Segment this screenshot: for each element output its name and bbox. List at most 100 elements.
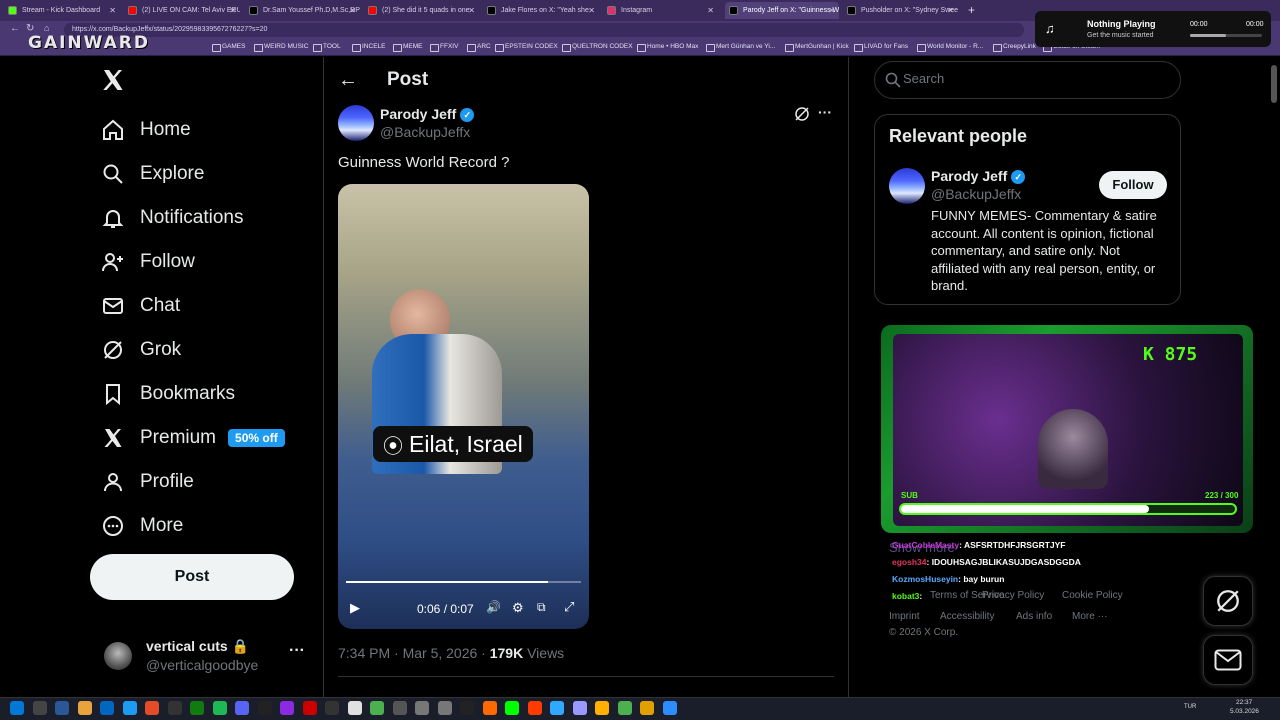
bookmark-item[interactable]: Mert Günhan ve Yi... [706,41,775,53]
taskbar-date[interactable]: 5.03.2026 [1230,708,1259,715]
browser-tab[interactable]: Jake Flores on X: "Yeah she ✕ [483,2,599,19]
video-progress-bar[interactable] [346,581,581,583]
person-avatar[interactable] [889,168,925,204]
browser-tab[interactable]: Parody Jeff on X: "Guinness W ✕ [725,2,839,19]
nav-chat[interactable]: Chat [92,286,188,326]
bookmark-item[interactable]: MEME [393,41,423,53]
bookmark-item[interactable]: QUELTRON CODEX [562,41,633,53]
taskbar-app-icon[interactable] [415,701,429,715]
taskbar-app-icon[interactable] [257,701,272,715]
bookmark-item[interactable]: LIVAD for Fans [854,41,908,53]
back-arrow-icon[interactable]: ← [338,69,358,92]
grok-fab[interactable] [1203,576,1253,626]
close-tab-icon[interactable]: ✕ [828,2,835,19]
post-button[interactable]: Post [90,554,294,600]
taskbar-app-icon[interactable] [617,701,632,715]
search-box[interactable] [874,61,1181,99]
browser-tab[interactable]: (2) LIVE ON CAM: Tel Aviv ERUPT ✕ [124,2,240,19]
nav-home[interactable]: Home [92,110,199,150]
taskbar-app-icon[interactable] [325,701,339,715]
bookmark-item[interactable]: GAMES [212,41,245,53]
volume-icon[interactable]: 🔊 [486,600,501,614]
bookmark-item[interactable]: World Monitor - R... [917,41,983,53]
nav-follow[interactable]: Follow [92,242,203,282]
taskbar-app-icon[interactable] [370,701,384,715]
author-avatar[interactable] [338,105,374,141]
footer-link[interactable]: More ··· [1072,611,1108,622]
taskbar-language[interactable]: TUR [1184,704,1196,710]
footer-link[interactable]: Privacy Policy [982,590,1044,601]
taskbar-app-icon[interactable] [392,701,407,715]
footer-link[interactable]: Imprint [889,611,920,622]
fullscreen-icon[interactable]: ⤢ [564,599,574,615]
bookmark-item[interactable]: ARC [467,41,491,53]
taskbar-app-icon[interactable] [145,701,159,715]
close-tab-icon[interactable]: ✕ [947,2,954,19]
taskbar-app-icon[interactable] [55,701,69,715]
more-dots-icon[interactable]: ··· [289,642,305,660]
taskbar-app-icon[interactable] [190,701,204,715]
taskbar-app-icon[interactable] [122,701,137,715]
nav-more[interactable]: More [92,506,191,546]
taskbar-app-icon[interactable] [640,701,654,715]
taskbar-app-icon[interactable] [527,701,542,715]
back-icon[interactable]: ← [10,23,20,34]
x-logo-icon[interactable] [101,68,125,92]
taskbar-app-icon[interactable] [482,701,497,715]
taskbar-app-icon[interactable] [280,701,294,715]
browser-tab[interactable]: Dr.Sam Youssef Ph.D,M.Sc,DPT ✕ [245,2,360,19]
close-tab-icon[interactable]: ✕ [468,2,475,19]
account-switcher[interactable]: vertical cuts 🔒 @verticalgoodbye ··· [96,630,314,682]
taskbar-app-icon[interactable] [10,701,24,715]
person-handle[interactable]: @BackupJeffx [931,186,1021,202]
post-timestamp[interactable]: 7:34 PM · Mar 5, 2026 · [338,645,490,661]
close-tab-icon[interactable]: ✕ [229,2,236,19]
nav-grok[interactable]: Grok [92,330,189,370]
chat-username[interactable]: egosh34 [892,557,927,567]
taskbar-app-icon[interactable] [32,701,47,715]
taskbar-app-icon[interactable] [437,701,452,715]
taskbar-app-icon[interactable] [572,701,587,715]
bookmark-item[interactable]: CreepyLink [993,41,1036,53]
chat-username[interactable]: KozmosHuseyin [892,574,958,584]
close-tab-icon[interactable]: ✕ [109,2,116,19]
taskbar-app-icon[interactable] [505,701,519,715]
taskbar-app-icon[interactable] [235,701,249,715]
now-playing-widget[interactable]: ♫ Nothing Playing Get the music started … [1035,11,1271,47]
video-player[interactable]: ⦿ Eilat, Israel ▶ 0:06 / 0:07 🔊 ⚙ ⧉ ⤢ [338,184,589,629]
bookmark-item[interactable]: Home • HBO Max [637,41,698,53]
footer-link[interactable]: Accessibility [940,611,994,622]
now-playing-progress[interactable] [1190,34,1262,37]
url-input[interactable]: https://x.com/BackupJeffx/status/2029598… [64,23,1024,37]
author-handle[interactable]: @BackupJeffx [380,124,470,140]
nav-explore[interactable]: Explore [92,154,212,194]
pip-icon[interactable]: ⧉ [537,600,546,615]
footer-link[interactable]: Cookie Policy [1062,590,1123,601]
close-tab-icon[interactable]: ✕ [707,2,714,19]
new-tab-button[interactable]: + [968,3,975,17]
browser-tab[interactable]: Instagram ✕ [603,2,718,19]
nav-premium[interactable]: Premium 50% off [92,418,293,458]
nav-profile[interactable]: Profile [92,462,202,502]
bookmark-item[interactable]: FFXIV [430,41,458,53]
taskbar-app-icon[interactable] [347,701,362,715]
play-icon[interactable]: ▶ [350,600,360,616]
taskbar-app-icon[interactable] [550,701,564,715]
browser-tab[interactable]: Pusholder on X: "Sydney Sweeney✕ [843,2,958,19]
nav-bookmarks[interactable]: Bookmarks [92,374,243,414]
nav-notifications[interactable]: Notifications [92,198,252,238]
taskbar-app-icon[interactable] [212,701,227,715]
bookmark-item[interactable]: MertGunhan | Kick [785,41,849,53]
taskbar-app-icon[interactable] [460,701,474,715]
post-more-icon[interactable]: ··· [818,104,832,120]
bookmark-item[interactable]: TOOL [313,41,341,53]
taskbar-app-icon[interactable] [77,701,92,715]
taskbar-app-icon[interactable] [662,701,677,715]
follow-button[interactable]: Follow [1099,171,1167,199]
grok-icon[interactable] [794,106,810,122]
chat-username[interactable]: kobat3 [892,591,919,601]
browser-tab[interactable]: (2) She did it 5 quads in one ✕ [364,2,479,19]
taskbar-app-icon[interactable] [595,701,609,715]
close-tab-icon[interactable]: ✕ [588,2,595,19]
bookmark-item[interactable]: EPSTEIN CODEX [495,41,558,53]
